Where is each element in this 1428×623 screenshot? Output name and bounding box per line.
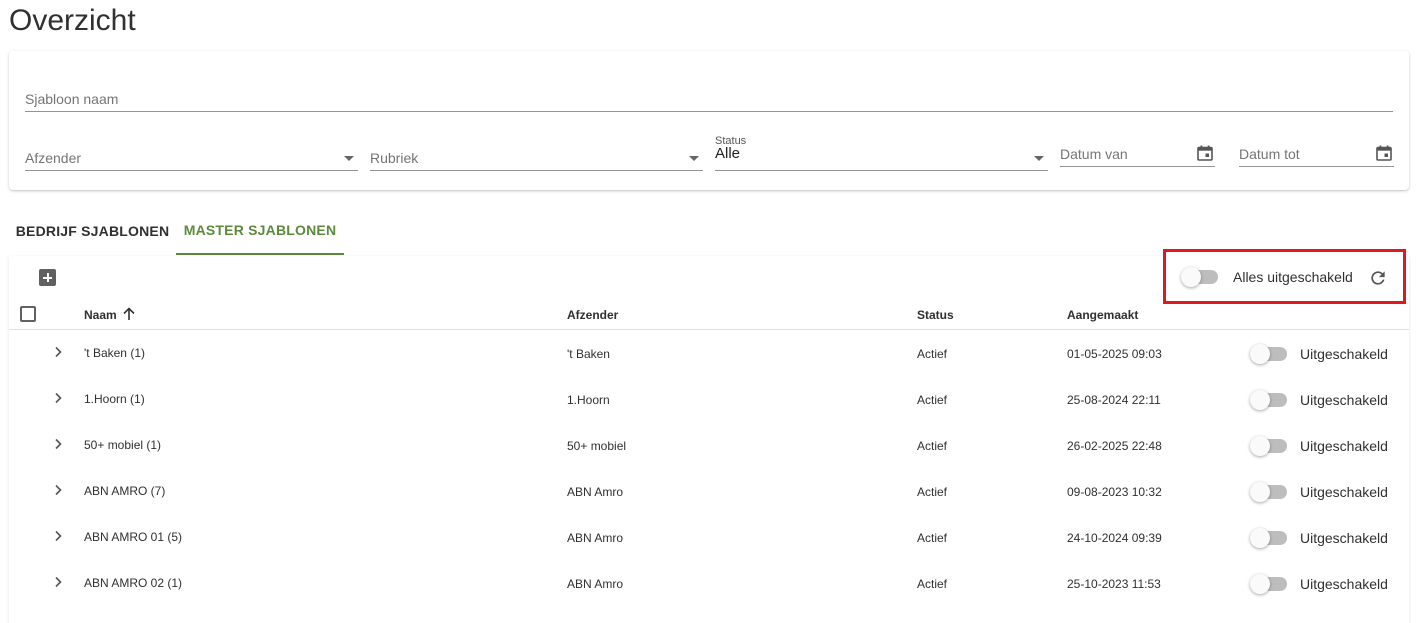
row-sender: ABN Amro bbox=[567, 577, 624, 591]
chevron-right-icon[interactable] bbox=[51, 391, 65, 405]
row-toggle-label: Uitgeschakeld bbox=[1300, 530, 1388, 546]
status-value: Alle bbox=[715, 145, 741, 162]
date-from-input[interactable]: Datum van bbox=[1060, 139, 1215, 167]
toggle-knob bbox=[1250, 574, 1270, 594]
status-select[interactable]: Status Alle bbox=[715, 135, 1048, 171]
row-enable-switch[interactable] bbox=[1250, 574, 1287, 594]
arrow-up-icon[interactable] bbox=[122, 307, 136, 321]
refresh-icon[interactable] bbox=[1368, 268, 1388, 288]
template-name-placeholder: Sjabloon naam bbox=[25, 91, 119, 107]
table-row[interactable]: 1.Hoorn (1) 1.Hoorn Actief 25-08-2024 22:11… bbox=[9, 376, 1409, 422]
toggle-all-label: Alles uitgeschakeld bbox=[1233, 269, 1353, 285]
select-all-checkbox[interactable] bbox=[20, 306, 36, 322]
row-status: Actief bbox=[917, 439, 948, 453]
toggle-knob bbox=[1250, 482, 1270, 502]
table-row[interactable]: 't Baken (1) 't Baken Actief 01-05-2025 09:… bbox=[9, 330, 1409, 376]
row-sender: 50+ mobiel bbox=[567, 439, 627, 453]
chevron-right-icon[interactable] bbox=[51, 437, 65, 451]
table-row[interactable]: 50+ mobiel (1) 50+ mobiel Actief 26-02-2025… bbox=[9, 422, 1409, 468]
chevron-right-icon[interactable] bbox=[51, 345, 65, 359]
sender-select[interactable]: Afzender bbox=[25, 143, 358, 171]
row-name: ABN AMRO (7) bbox=[84, 484, 166, 498]
table-row[interactable]: ABN AMRO (7) ABN Amro Actief 09-08-2023 10:… bbox=[9, 468, 1409, 514]
row-created: 25-08-2024 22:11 bbox=[1067, 393, 1161, 407]
row-enable-switch[interactable] bbox=[1250, 344, 1287, 364]
category-placeholder: Rubriek bbox=[370, 150, 419, 166]
chevron-right-icon[interactable] bbox=[51, 529, 65, 543]
column-header-status[interactable]: Status bbox=[917, 308, 954, 322]
row-status: Actief bbox=[917, 531, 948, 545]
calendar-icon[interactable] bbox=[1376, 145, 1392, 161]
column-header-sender[interactable]: Afzender bbox=[567, 308, 618, 322]
row-name: 't Baken (1) bbox=[84, 346, 145, 360]
row-name: ABN AMRO 01 (5) bbox=[84, 530, 183, 544]
toggle-knob bbox=[1250, 436, 1270, 456]
page-title: Overzicht bbox=[9, 4, 136, 37]
row-created: 01-05-2025 09:03 bbox=[1067, 347, 1162, 361]
column-header-name[interactable]: Naam bbox=[84, 308, 117, 322]
tab-bedrijf-sjablonen[interactable]: BEDRIJF SJABLONEN bbox=[9, 207, 176, 255]
row-toggle-label: Uitgeschakeld bbox=[1300, 576, 1388, 592]
dropdown-caret-icon bbox=[689, 156, 699, 161]
row-name: ABN AMRO 02 (1) bbox=[84, 576, 183, 590]
row-enable-switch[interactable] bbox=[1250, 436, 1287, 456]
templates-table: Alles uitgeschakeld Naam Afzender Status… bbox=[9, 249, 1409, 623]
sender-placeholder: Afzender bbox=[25, 150, 82, 166]
row-toggle-label: Uitgeschakeld bbox=[1300, 346, 1388, 362]
toggle-knob bbox=[1250, 344, 1270, 364]
row-status: Actief bbox=[917, 347, 948, 361]
row-name: 1.Hoorn (1) bbox=[84, 392, 145, 406]
table-row[interactable]: ABN AMRO 01 (5) ABN Amro Actief 24-10-2024 … bbox=[9, 514, 1409, 560]
chevron-right-icon[interactable] bbox=[51, 483, 65, 497]
table-header: Naam Afzender Status Aangemaakt bbox=[9, 299, 1409, 330]
category-select[interactable]: Rubriek bbox=[370, 143, 703, 171]
date-to-input[interactable]: Datum tot bbox=[1239, 139, 1394, 167]
row-sender: ABN Amro bbox=[567, 531, 624, 545]
row-created: 26-02-2025 22:48 bbox=[1067, 439, 1162, 453]
row-toggle-label: Uitgeschakeld bbox=[1300, 392, 1388, 408]
dropdown-caret-icon bbox=[344, 156, 354, 161]
dropdown-caret-icon bbox=[1034, 156, 1044, 161]
row-sender: 1.Hoorn bbox=[567, 393, 610, 407]
row-created: 09-08-2023 10:32 bbox=[1067, 485, 1162, 499]
row-created: 24-10-2024 09:39 bbox=[1067, 531, 1162, 545]
row-toggle-label: Uitgeschakeld bbox=[1300, 438, 1388, 454]
filter-panel: Sjabloon naam Afzender Rubriek Status Al… bbox=[9, 51, 1409, 190]
row-status: Actief bbox=[917, 393, 948, 407]
row-sender: ABN Amro bbox=[567, 485, 624, 499]
row-status: Actief bbox=[917, 485, 948, 499]
row-status: Actief bbox=[917, 577, 948, 591]
calendar-icon[interactable] bbox=[1197, 145, 1213, 161]
row-enable-switch[interactable] bbox=[1250, 528, 1287, 548]
row-enable-switch[interactable] bbox=[1250, 390, 1287, 410]
column-header-created[interactable]: Aangemaakt bbox=[1067, 308, 1138, 322]
toggle-knob bbox=[1250, 528, 1270, 548]
toggle-knob bbox=[1181, 267, 1201, 287]
add-box-icon[interactable] bbox=[39, 269, 56, 286]
row-toggle-label: Uitgeschakeld bbox=[1300, 484, 1388, 500]
row-name: 50+ mobiel (1) bbox=[84, 438, 162, 452]
table-row[interactable]: ABN AMRO 02 (1) ABN Amro Actief 25-10-2023 … bbox=[9, 560, 1409, 606]
row-created: 25-10-2023 11:53 bbox=[1067, 577, 1161, 591]
toggle-knob bbox=[1250, 390, 1270, 410]
template-name-input[interactable]: Sjabloon naam bbox=[25, 84, 1393, 112]
toggle-all-switch[interactable] bbox=[1181, 267, 1218, 287]
tab-master-sjablonen[interactable]: MASTER SJABLONEN bbox=[176, 207, 344, 255]
chevron-right-icon[interactable] bbox=[51, 575, 65, 589]
row-sender: 't Baken bbox=[567, 347, 610, 361]
date-to-placeholder: Datum tot bbox=[1239, 146, 1300, 162]
date-from-placeholder: Datum van bbox=[1060, 146, 1128, 162]
row-enable-switch[interactable] bbox=[1250, 482, 1287, 502]
